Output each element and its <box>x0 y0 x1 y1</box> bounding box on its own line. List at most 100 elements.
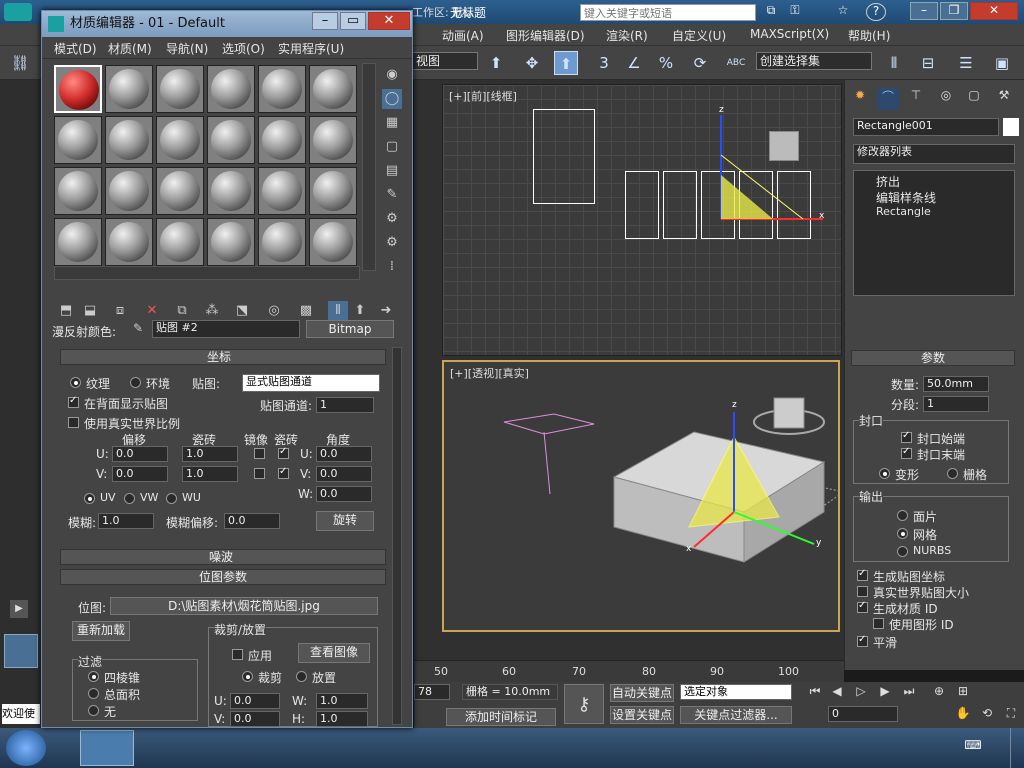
map-navigator-icon[interactable]: ⁞ <box>382 257 402 277</box>
show-map-icon[interactable]: ▩ <box>296 301 316 321</box>
zoom-all-icon[interactable]: ⊞ <box>954 684 972 702</box>
show-desktop-button[interactable] <box>1010 728 1024 768</box>
patch-radio[interactable] <box>897 510 908 521</box>
material-editor-title-bar[interactable]: 材质编辑器 - 01 - Default – ▭ ✕ <box>42 11 412 37</box>
material-slot[interactable] <box>309 65 357 113</box>
material-id-icon[interactable]: ◎ <box>264 301 284 321</box>
object-color-swatch[interactable] <box>1003 118 1019 136</box>
stack-item-extrude[interactable]: 挤出 <box>876 173 900 190</box>
3dsmax-task-icon[interactable] <box>80 730 134 766</box>
viewport-layout-icon[interactable] <box>4 634 38 668</box>
me-menu-navigation[interactable]: 导航(N) <box>166 40 208 57</box>
motion-tab-icon[interactable]: ◎ <box>935 88 957 110</box>
material-slot[interactable] <box>258 167 306 215</box>
cap-end-checkbox[interactable] <box>901 446 912 459</box>
get-material-icon[interactable]: ⬒ <box>56 301 76 321</box>
binoculars-icon[interactable]: ⧉ <box>762 3 780 21</box>
background-icon[interactable]: ▦ <box>382 113 402 133</box>
menu-animation[interactable]: 动画(A) <box>442 27 484 44</box>
show-end-result-icon[interactable]: ⫴ <box>328 301 348 321</box>
crop-h-spinner[interactable]: 1.0 <box>316 711 368 727</box>
mesh-radio[interactable] <box>897 528 908 539</box>
v-offset-spinner[interactable]: 0.0 <box>112 466 168 482</box>
material-slot[interactable] <box>207 65 255 113</box>
move-icon[interactable]: ✥ <box>520 51 544 75</box>
menu-graph-editors[interactable]: 图形编辑器(D) <box>506 27 585 44</box>
sample-type-icon[interactable]: ◉ <box>382 65 402 85</box>
modify-tab-icon[interactable]: ⌒ <box>877 88 899 110</box>
options-icon[interactable]: ⚙ <box>382 209 402 229</box>
material-slot[interactable] <box>54 218 102 266</box>
restore-button[interactable]: ❐ <box>940 2 968 20</box>
material-slot[interactable] <box>156 116 204 164</box>
prev-frame-icon[interactable]: ◀ <box>828 684 846 702</box>
crop-radio[interactable] <box>242 671 253 682</box>
material-slot[interactable] <box>54 116 102 164</box>
timeline-ruler[interactable]: 50 60 70 80 90 100 <box>414 660 844 682</box>
v-mirror-checkbox[interactable] <box>254 468 265 479</box>
front-viewport[interactable]: [+][前][线框] z x <box>442 84 842 356</box>
me-menu-material[interactable]: 材质(M) <box>108 40 152 57</box>
percent-snap-icon[interactable]: % <box>654 51 678 75</box>
uv-tiling-icon[interactable]: ▢ <box>382 137 402 157</box>
set-key-button[interactable]: 设置关键点 <box>610 706 674 724</box>
menu-rendering[interactable]: 渲染(R) <box>606 27 648 44</box>
wu-radio[interactable] <box>166 493 177 504</box>
play-side-icon[interactable]: ▶ <box>10 600 28 618</box>
gen-matid-checkbox[interactable] <box>857 600 868 613</box>
coords-rollout-header[interactable]: 坐标 <box>60 349 386 365</box>
material-slot[interactable] <box>156 218 204 266</box>
search-input[interactable]: 键入关键字或短语 <box>580 4 756 21</box>
viewcube-front[interactable] <box>769 131 799 161</box>
gen-mapping-checkbox[interactable] <box>857 568 868 581</box>
menu-help[interactable]: 帮助(H) <box>848 27 890 44</box>
slot-hscrollbar[interactable] <box>54 266 360 280</box>
material-slot[interactable] <box>309 218 357 266</box>
me-menu-modes[interactable]: 模式(D) <box>54 40 97 57</box>
backlight-icon[interactable]: ◯ <box>382 89 402 109</box>
u-mirror-checkbox[interactable] <box>254 448 265 459</box>
blur-offset-spinner[interactable]: 0.0 <box>224 513 280 529</box>
v-angle-spinner[interactable]: 0.0 <box>316 466 372 482</box>
material-slot[interactable] <box>156 65 204 113</box>
params-rollout-header[interactable]: 参数 <box>851 350 1015 366</box>
material-slot[interactable] <box>207 116 255 164</box>
star-icon[interactable]: ☆ <box>834 3 852 21</box>
material-slot[interactable] <box>309 167 357 215</box>
me-close-button[interactable]: ✕ <box>368 12 410 30</box>
mirror-icon[interactable]: ⫴ <box>882 51 906 75</box>
stack-item-rectangle[interactable]: Rectangle <box>876 205 931 218</box>
pan-icon[interactable]: ✋ <box>954 706 972 724</box>
me-menu-options[interactable]: 选项(O) <box>222 40 265 57</box>
map-type-button[interactable]: Bitmap <box>306 320 394 338</box>
selected-object-dropdown[interactable]: 选定对象 <box>680 684 792 700</box>
noise-rollout-header[interactable]: 噪波 <box>60 549 386 565</box>
segments-spinner[interactable]: 1 <box>923 396 989 412</box>
reload-button[interactable]: 重新加载 <box>72 621 130 641</box>
auto-key-button[interactable]: 自动关键点 <box>610 684 674 702</box>
orbit-icon[interactable]: ⟲ <box>978 706 996 724</box>
put-to-library-icon[interactable]: ⬔ <box>232 301 252 321</box>
cap-start-checkbox[interactable] <box>901 430 912 443</box>
key-icon[interactable]: ⚿ <box>786 3 804 21</box>
rollout-scrollbar[interactable] <box>392 347 402 725</box>
crop-v-spinner[interactable]: 0.0 <box>230 711 280 727</box>
menu-customize[interactable]: 自定义(U) <box>672 27 726 44</box>
uv-radio[interactable] <box>84 493 95 504</box>
make-preview-icon[interactable]: ✎ <box>382 185 402 205</box>
minimize-button[interactable]: – <box>910 2 938 20</box>
object-name-field[interactable]: Rectangle001 <box>853 118 999 136</box>
apply-checkbox[interactable] <box>232 649 243 660</box>
material-slot[interactable] <box>105 116 153 164</box>
v-tile-checkbox[interactable] <box>278 466 289 479</box>
angle-snap-icon[interactable]: ∠ <box>622 51 646 75</box>
u-angle-spinner[interactable]: 0.0 <box>316 446 372 462</box>
filter-none-radio[interactable] <box>88 705 99 716</box>
key-mode-icon[interactable]: ⚷ <box>564 684 604 724</box>
front-viewport-label[interactable]: [+][前][线框] <box>449 88 517 104</box>
show-back-checkbox[interactable] <box>68 395 79 408</box>
hierarchy-tab-icon[interactable]: ⊤ <box>905 88 927 110</box>
stack-item-editable-spline[interactable]: 编辑样条线 <box>876 189 936 206</box>
real-world-scale-checkbox[interactable] <box>68 417 79 428</box>
select-filter-icon[interactable]: ⬆ <box>484 51 508 75</box>
